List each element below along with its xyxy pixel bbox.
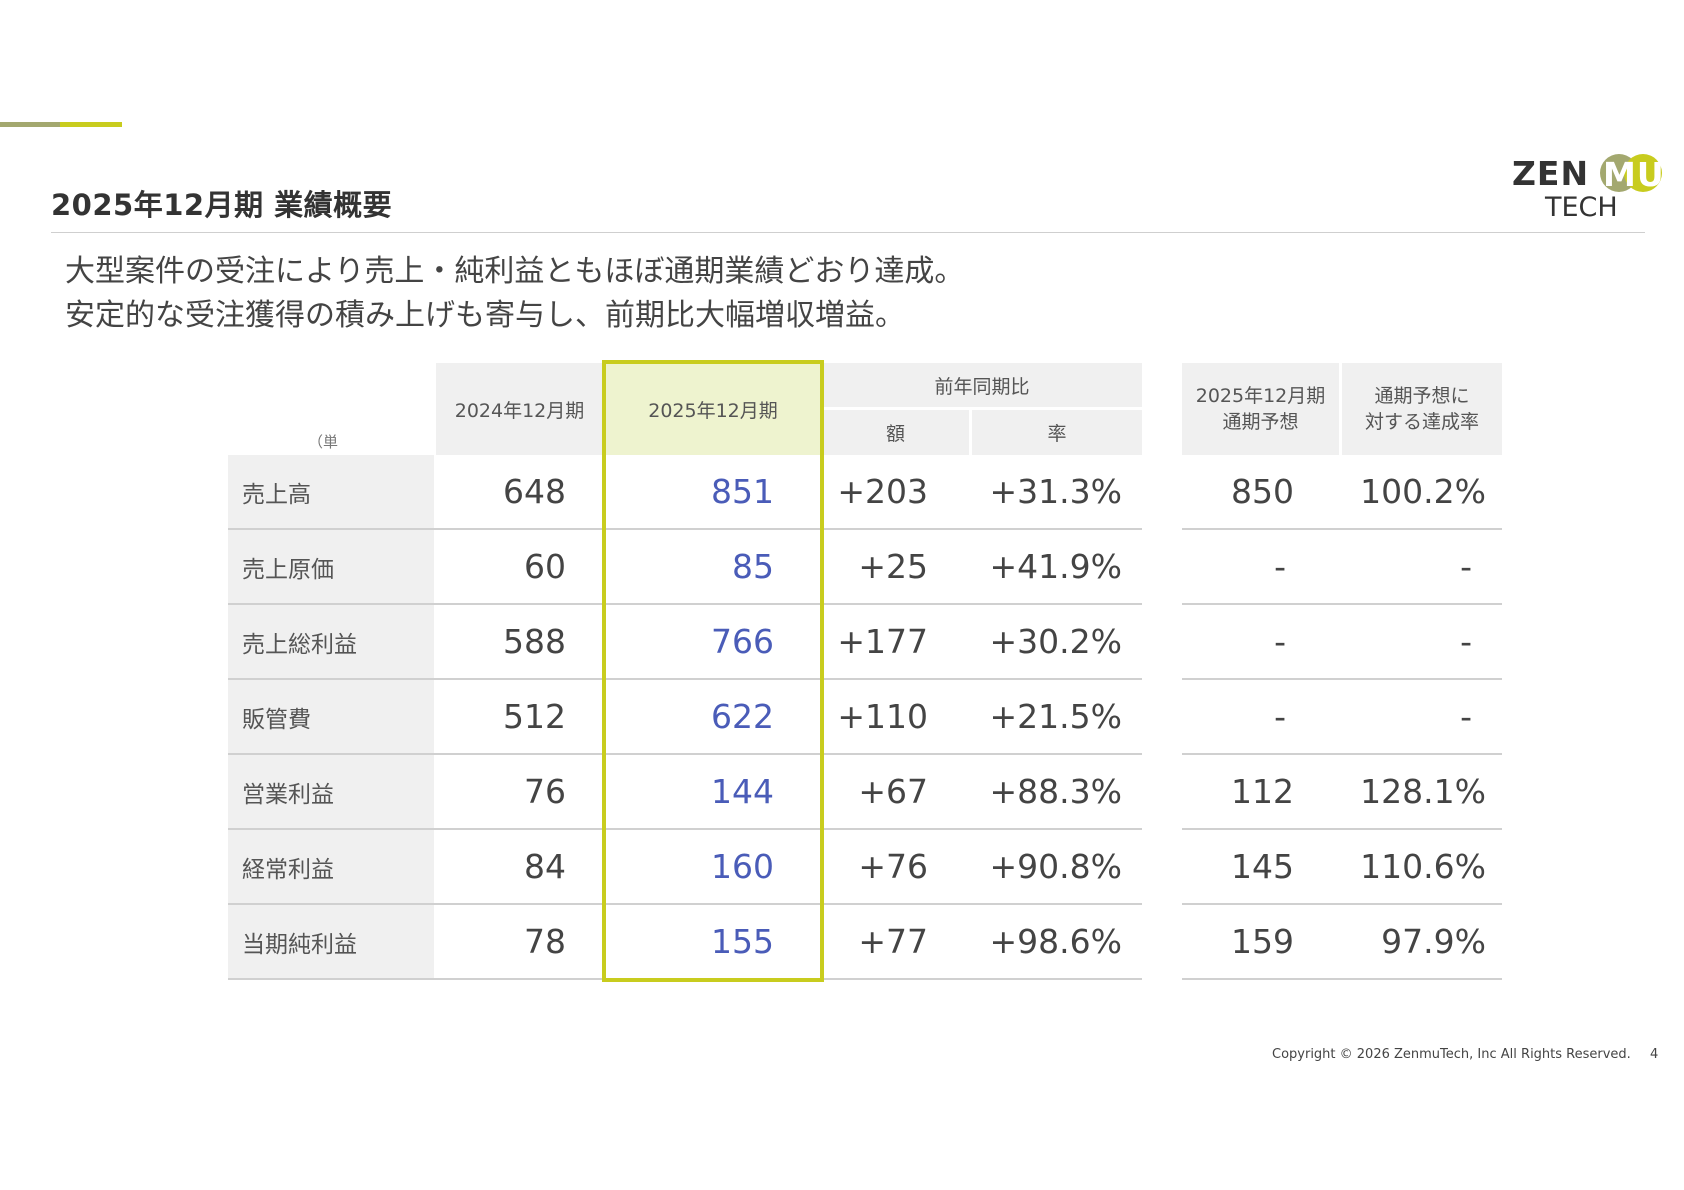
cell-achievement: -: [1342, 605, 1502, 680]
header-achievement-line-1: 通期予想に: [1374, 385, 1470, 407]
cell-achievement: 97.9%: [1342, 905, 1502, 980]
copyright-text: Copyright © 2026 ZenmuTech, Inc All Righ…: [1272, 1047, 1631, 1062]
row-label: 売上高: [228, 455, 434, 530]
header-fy2024: 2024年12月期: [436, 363, 603, 455]
cell-fy2024: 588: [434, 605, 606, 680]
cell-achievement: 100.2%: [1342, 455, 1502, 530]
cell-yoy-amount: +25: [822, 530, 972, 605]
header-achievement-line-2: 対する達成率: [1364, 411, 1479, 433]
row-label: 当期純利益: [228, 905, 434, 980]
cell-achievement: 110.6%: [1342, 830, 1502, 905]
cell-forecast: -: [1182, 605, 1342, 680]
headline-line-1: 大型案件の受注により売上・純利益ともほぼ通期業績どおり達成。: [65, 254, 965, 289]
cell-yoy-amount: +67: [822, 755, 972, 830]
cell-forecast: 145: [1182, 830, 1342, 905]
page-title: 2025年12月期 業績概要: [51, 188, 393, 222]
cell-yoy-rate: +30.2%: [972, 605, 1142, 680]
cell-fy2025: 160: [606, 830, 822, 905]
cell-forecast: -: [1182, 530, 1342, 605]
cell-fy2024: 78: [434, 905, 606, 980]
cell-fy2024: 60: [434, 530, 606, 605]
cell-fy2025: 851: [606, 455, 822, 530]
cell-yoy-rate: +98.6%: [972, 905, 1142, 980]
cell-fy2025: 144: [606, 755, 822, 830]
company-logo: ZEN MU TECH: [1512, 154, 1664, 224]
cell-yoy-rate: +31.3%: [972, 455, 1142, 530]
header-achievement: 通期予想に 対する達成率: [1342, 363, 1502, 455]
cell-yoy-rate: +21.5%: [972, 680, 1142, 755]
row-label: 営業利益: [228, 755, 434, 830]
cell-yoy-amount: +77: [822, 905, 972, 980]
cell-yoy-amount: +203: [822, 455, 972, 530]
logo-mu-text: MU: [1603, 155, 1665, 194]
row-label: 経常利益: [228, 830, 434, 905]
header-yoy-amount: 額: [822, 410, 969, 455]
cell-fy2025: 766: [606, 605, 822, 680]
cell-fy2024: 648: [434, 455, 606, 530]
logo-tech-text: TECH: [1545, 192, 1618, 223]
cell-yoy-amount: +110: [822, 680, 972, 755]
headline: 大型案件の受注により売上・純利益ともほぼ通期業績どおり達成。 安定的な受注獲得の…: [65, 250, 964, 338]
row-label: 売上総利益: [228, 605, 434, 680]
header-yoy-rate: 率: [972, 410, 1142, 455]
cell-achievement: 128.1%: [1342, 755, 1502, 830]
title-divider: [51, 232, 1645, 233]
cell-fy2024: 76: [434, 755, 606, 830]
logo-mu-mark: MU: [1600, 154, 1664, 194]
header-yoy: 前年同期比: [822, 363, 1142, 407]
cell-achievement: -: [1342, 530, 1502, 605]
header-forecast: 2025年12月期 通期予想: [1182, 363, 1339, 455]
cell-fy2024: 512: [434, 680, 606, 755]
cell-forecast: 159: [1182, 905, 1342, 980]
cell-yoy-amount: +177: [822, 605, 972, 680]
cell-fy2025: 85: [606, 530, 822, 605]
cell-fy2025: 622: [606, 680, 822, 755]
row-label: 販管費: [228, 680, 434, 755]
cell-fy2024: 84: [434, 830, 606, 905]
cell-yoy-rate: +41.9%: [972, 530, 1142, 605]
accent-bar-olive: [0, 122, 60, 127]
row-label: 売上原価: [228, 530, 434, 605]
accent-bar: [0, 122, 122, 127]
cell-forecast: -: [1182, 680, 1342, 755]
cell-yoy-rate: +88.3%: [972, 755, 1142, 830]
page-number: 4: [1650, 1047, 1659, 1062]
cell-fy2025: 155: [606, 905, 822, 980]
cell-yoy-rate: +90.8%: [972, 830, 1142, 905]
cell-forecast: 850: [1182, 455, 1342, 530]
headline-line-2: 安定的な受注獲得の積み上げも寄与し、前期比大幅増収増益。: [65, 298, 905, 333]
cell-forecast: 112: [1182, 755, 1342, 830]
logo-zen-text: ZEN: [1512, 154, 1590, 193]
accent-bar-green: [60, 122, 122, 127]
cell-achievement: -: [1342, 680, 1502, 755]
cell-yoy-amount: +76: [822, 830, 972, 905]
header-fy2025: 2025年12月期: [606, 363, 820, 455]
header-forecast-line-2: 通期予想: [1222, 411, 1299, 433]
header-forecast-line-1: 2025年12月期: [1195, 385, 1326, 407]
